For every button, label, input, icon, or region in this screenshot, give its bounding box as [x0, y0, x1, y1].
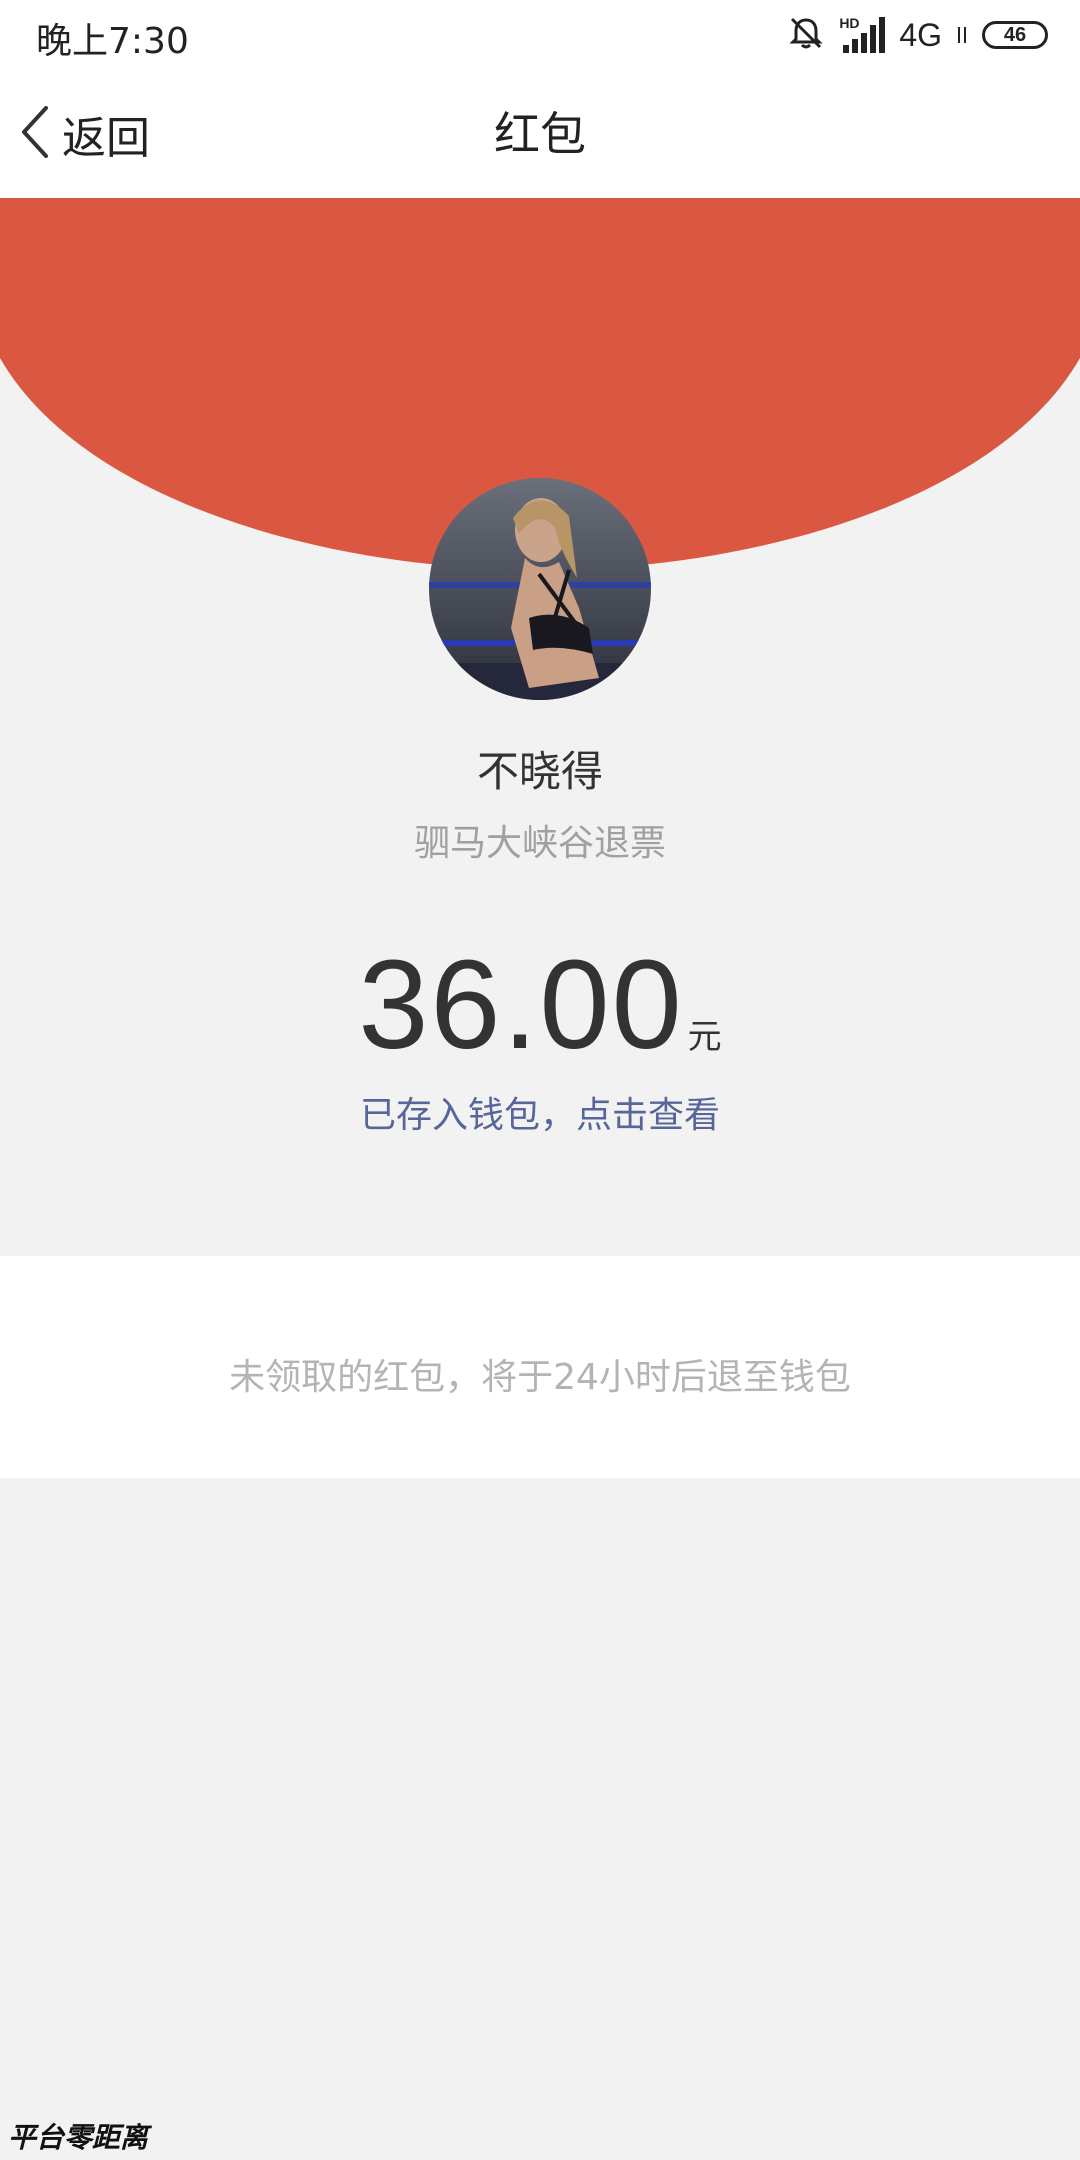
- nav-bar: 返回 红包: [0, 70, 1080, 198]
- notice-text: 未领取的红包，将于24小时后退至钱包: [229, 1357, 851, 1398]
- page-title: 红包: [494, 107, 586, 161]
- bell-muted-icon: [787, 14, 825, 56]
- data-arrows-icon: [956, 21, 968, 49]
- signal-icon: HD: [839, 15, 886, 55]
- amount-row: 36.00 元: [0, 932, 1080, 1077]
- status-bar: 晚上7:30 HD 4G 46: [0, 0, 1080, 70]
- view-wallet-link[interactable]: 已存入钱包，点击查看: [0, 1086, 1080, 1138]
- amount-value: 36.00: [358, 934, 684, 1075]
- sender-avatar: [429, 478, 651, 700]
- battery-icon: 46: [982, 21, 1048, 49]
- status-time: 晚上7:30: [36, 21, 189, 62]
- network-type: 4G: [899, 16, 942, 53]
- watermark: 平台零距离: [8, 2121, 149, 2154]
- packet-remark: 驷马大峡谷退票: [413, 823, 666, 864]
- sender-name: 不晓得: [476, 747, 603, 796]
- red-packet-detail-screen: 晚上7:30 HD 4G 46 返回 红包 不晓得 驷马大峡谷退票 36.00 …: [0, 0, 1080, 2160]
- amount-unit: 元: [687, 1017, 722, 1057]
- status-icons: HD 4G 46: [787, 12, 1048, 58]
- notice-panel: 未领取的红包，将于24小时后退至钱包: [0, 1256, 1080, 1478]
- battery-level: 46: [1003, 23, 1027, 46]
